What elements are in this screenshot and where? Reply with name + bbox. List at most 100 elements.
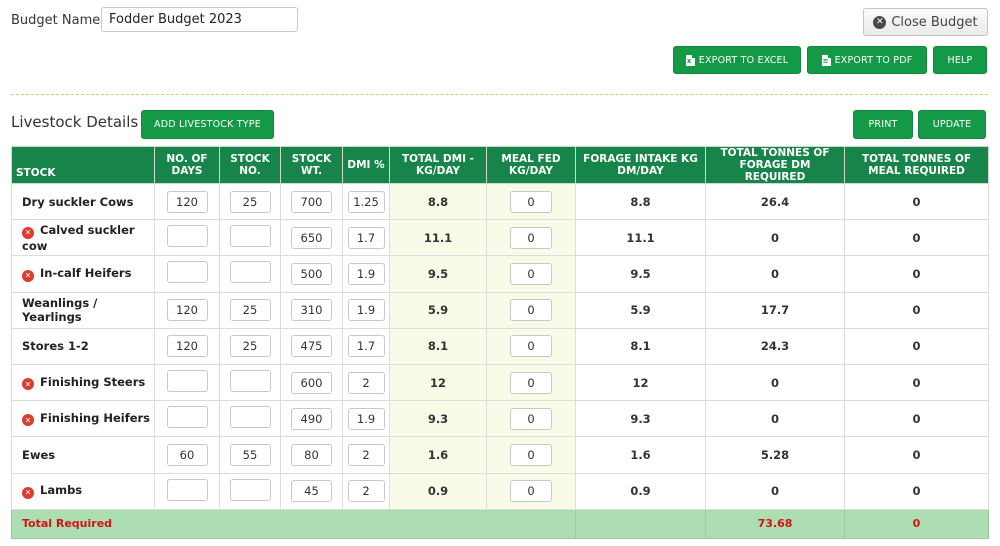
stock-weight-input[interactable]: 650 — [291, 226, 332, 249]
header-meal-fed: MEAL FED KG/DAY — [486, 146, 576, 184]
close-budget-button[interactable]: ✕ Close Budget — [863, 8, 988, 36]
budget-name-label: Budget Name: — [11, 13, 105, 28]
meal-fed-input[interactable]: 0 — [510, 480, 552, 503]
total-forage-intake — [575, 508, 706, 539]
forage-dm-cell: 0 — [705, 255, 845, 293]
meal-fed-input[interactable]: 0 — [510, 190, 552, 213]
update-button[interactable]: UPDATE — [918, 110, 986, 139]
stock-name-cell: Stores 1-2 — [11, 327, 155, 365]
meal-fed-input[interactable]: 0 — [510, 335, 552, 358]
print-button[interactable]: PRINT — [853, 110, 913, 139]
meal-fed-cell: 0 — [486, 255, 576, 293]
dmi-input[interactable]: 1.9 — [347, 407, 385, 430]
dmi-input[interactable]: 2 — [347, 480, 385, 503]
stock-no-input[interactable]: 25 — [229, 335, 271, 358]
days-input-cell: 60 — [154, 436, 220, 474]
stock-no-input[interactable] — [229, 370, 271, 393]
meal-fed-cell: 0 — [486, 182, 576, 221]
add-livestock-type-button[interactable]: ADD LIVESTOCK TYPE — [141, 110, 274, 139]
forage-dm-cell: 17.7 — [705, 291, 845, 329]
meal-fed-input[interactable]: 0 — [510, 299, 552, 322]
stock-no-input[interactable] — [229, 225, 271, 248]
days-input[interactable]: 120 — [166, 190, 208, 213]
close-budget-label: Close Budget — [891, 14, 978, 30]
dmi-input[interactable]: 1.9 — [347, 262, 385, 285]
stock-no-input[interactable]: 25 — [229, 190, 271, 213]
dmi-input[interactable]: 1.25 — [347, 190, 385, 213]
dmi-input[interactable]: 2 — [347, 371, 385, 394]
days-input-cell — [154, 219, 220, 257]
budget-name-input[interactable] — [101, 7, 298, 32]
stock-weight-input-cell: 650 — [280, 219, 343, 257]
stock-no-input[interactable] — [229, 261, 271, 284]
stock-no-input[interactable] — [229, 406, 271, 429]
stock-weight-input[interactable]: 80 — [291, 443, 332, 466]
meal-fed-input[interactable]: 0 — [510, 371, 552, 394]
stock-weight-input-cell: 500 — [280, 255, 343, 293]
total-label: Total Required — [11, 508, 576, 539]
stock-name-cell: ✕ Finishing Steers — [11, 363, 155, 402]
days-input[interactable] — [166, 370, 208, 393]
stock-weight-input-cell: 45 — [280, 472, 343, 510]
forage-dm-cell: 24.3 — [705, 327, 845, 365]
dmi-input-cell: 1.7 — [342, 327, 390, 365]
stock-weight-input[interactable]: 490 — [291, 407, 332, 430]
remove-row-icon[interactable]: ✕ — [22, 414, 34, 427]
forage-intake-cell: 9.5 — [575, 255, 706, 293]
stock-name: Finishing Steers — [40, 374, 146, 389]
meal-fed-input[interactable]: 0 — [510, 262, 552, 285]
close-circle-icon: ✕ — [873, 15, 887, 29]
stock-no-input[interactable] — [229, 478, 271, 501]
pdf-file-icon: ≡ — [821, 54, 831, 66]
dmi-input[interactable]: 1.7 — [347, 226, 385, 249]
export-to-excel-button[interactable]: x EXPORT TO EXCEL — [673, 46, 801, 74]
header-total-dmi: TOTAL DMI - KG/DAY — [389, 146, 487, 184]
header-no-of-days: NO. OF DAYS — [154, 146, 220, 184]
export-to-pdf-button[interactable]: ≡ EXPORT TO PDF — [807, 46, 927, 74]
dmi-input[interactable]: 2 — [347, 443, 385, 466]
excel-file-icon: x — [685, 54, 695, 66]
meal-fed-input[interactable]: 0 — [510, 407, 552, 430]
total-dmi-cell: 9.5 — [389, 255, 487, 293]
stock-weight-input[interactable]: 700 — [291, 190, 332, 213]
forage-dm-cell: 26.4 — [705, 182, 845, 221]
stock-no-input[interactable]: 55 — [229, 443, 271, 466]
days-input[interactable]: 120 — [166, 335, 208, 358]
days-input[interactable] — [166, 406, 208, 429]
stock-weight-input-cell: 490 — [280, 400, 343, 438]
forage-intake-cell: 8.1 — [575, 327, 706, 365]
stock-weight-input[interactable]: 600 — [291, 371, 332, 394]
days-input[interactable] — [166, 478, 208, 501]
stock-weight-input[interactable]: 45 — [291, 480, 332, 503]
stock-weight-input-cell: 700 — [280, 182, 343, 221]
header-dmi-percent: DMI % — [342, 146, 390, 184]
days-input-cell — [154, 400, 220, 438]
days-input[interactable]: 120 — [166, 299, 208, 322]
forage-intake-cell: 1.6 — [575, 436, 706, 474]
table-row: Ewes 60 55 80 2 1.6 0 1.6 5.28 0 — [11, 436, 989, 474]
help-button[interactable]: HELP — [933, 46, 987, 74]
stock-name-cell: Dry suckler Cows — [11, 182, 155, 221]
dmi-input-cell: 2 — [342, 472, 390, 510]
stock-weight-input[interactable]: 310 — [291, 299, 332, 322]
stock-weight-input[interactable]: 500 — [291, 262, 332, 285]
meal-fed-input[interactable]: 0 — [510, 443, 552, 466]
dmi-input-cell: 1.9 — [342, 255, 390, 293]
remove-row-icon[interactable]: ✕ — [22, 486, 34, 499]
meal-fed-input[interactable]: 0 — [510, 226, 552, 249]
dmi-input[interactable]: 1.7 — [347, 335, 385, 358]
days-input[interactable]: 60 — [166, 443, 208, 466]
forage-intake-cell: 8.8 — [575, 182, 706, 221]
days-input[interactable] — [166, 261, 208, 284]
meal-fed-cell: 0 — [486, 472, 576, 510]
meal-required-cell: 0 — [844, 255, 989, 293]
table-row: ✕ In-calf Heifers 500 1.9 9.5 0 9.5 0 0 — [11, 255, 989, 293]
days-input[interactable] — [166, 225, 208, 248]
remove-row-icon[interactable]: ✕ — [22, 378, 34, 391]
stock-name: Stores 1-2 — [22, 339, 89, 354]
stock-no-input[interactable]: 25 — [229, 299, 271, 322]
dmi-input[interactable]: 1.9 — [347, 299, 385, 322]
remove-row-icon[interactable]: ✕ — [22, 269, 34, 282]
remove-row-icon[interactable]: ✕ — [22, 226, 34, 239]
stock-weight-input[interactable]: 475 — [291, 335, 332, 358]
